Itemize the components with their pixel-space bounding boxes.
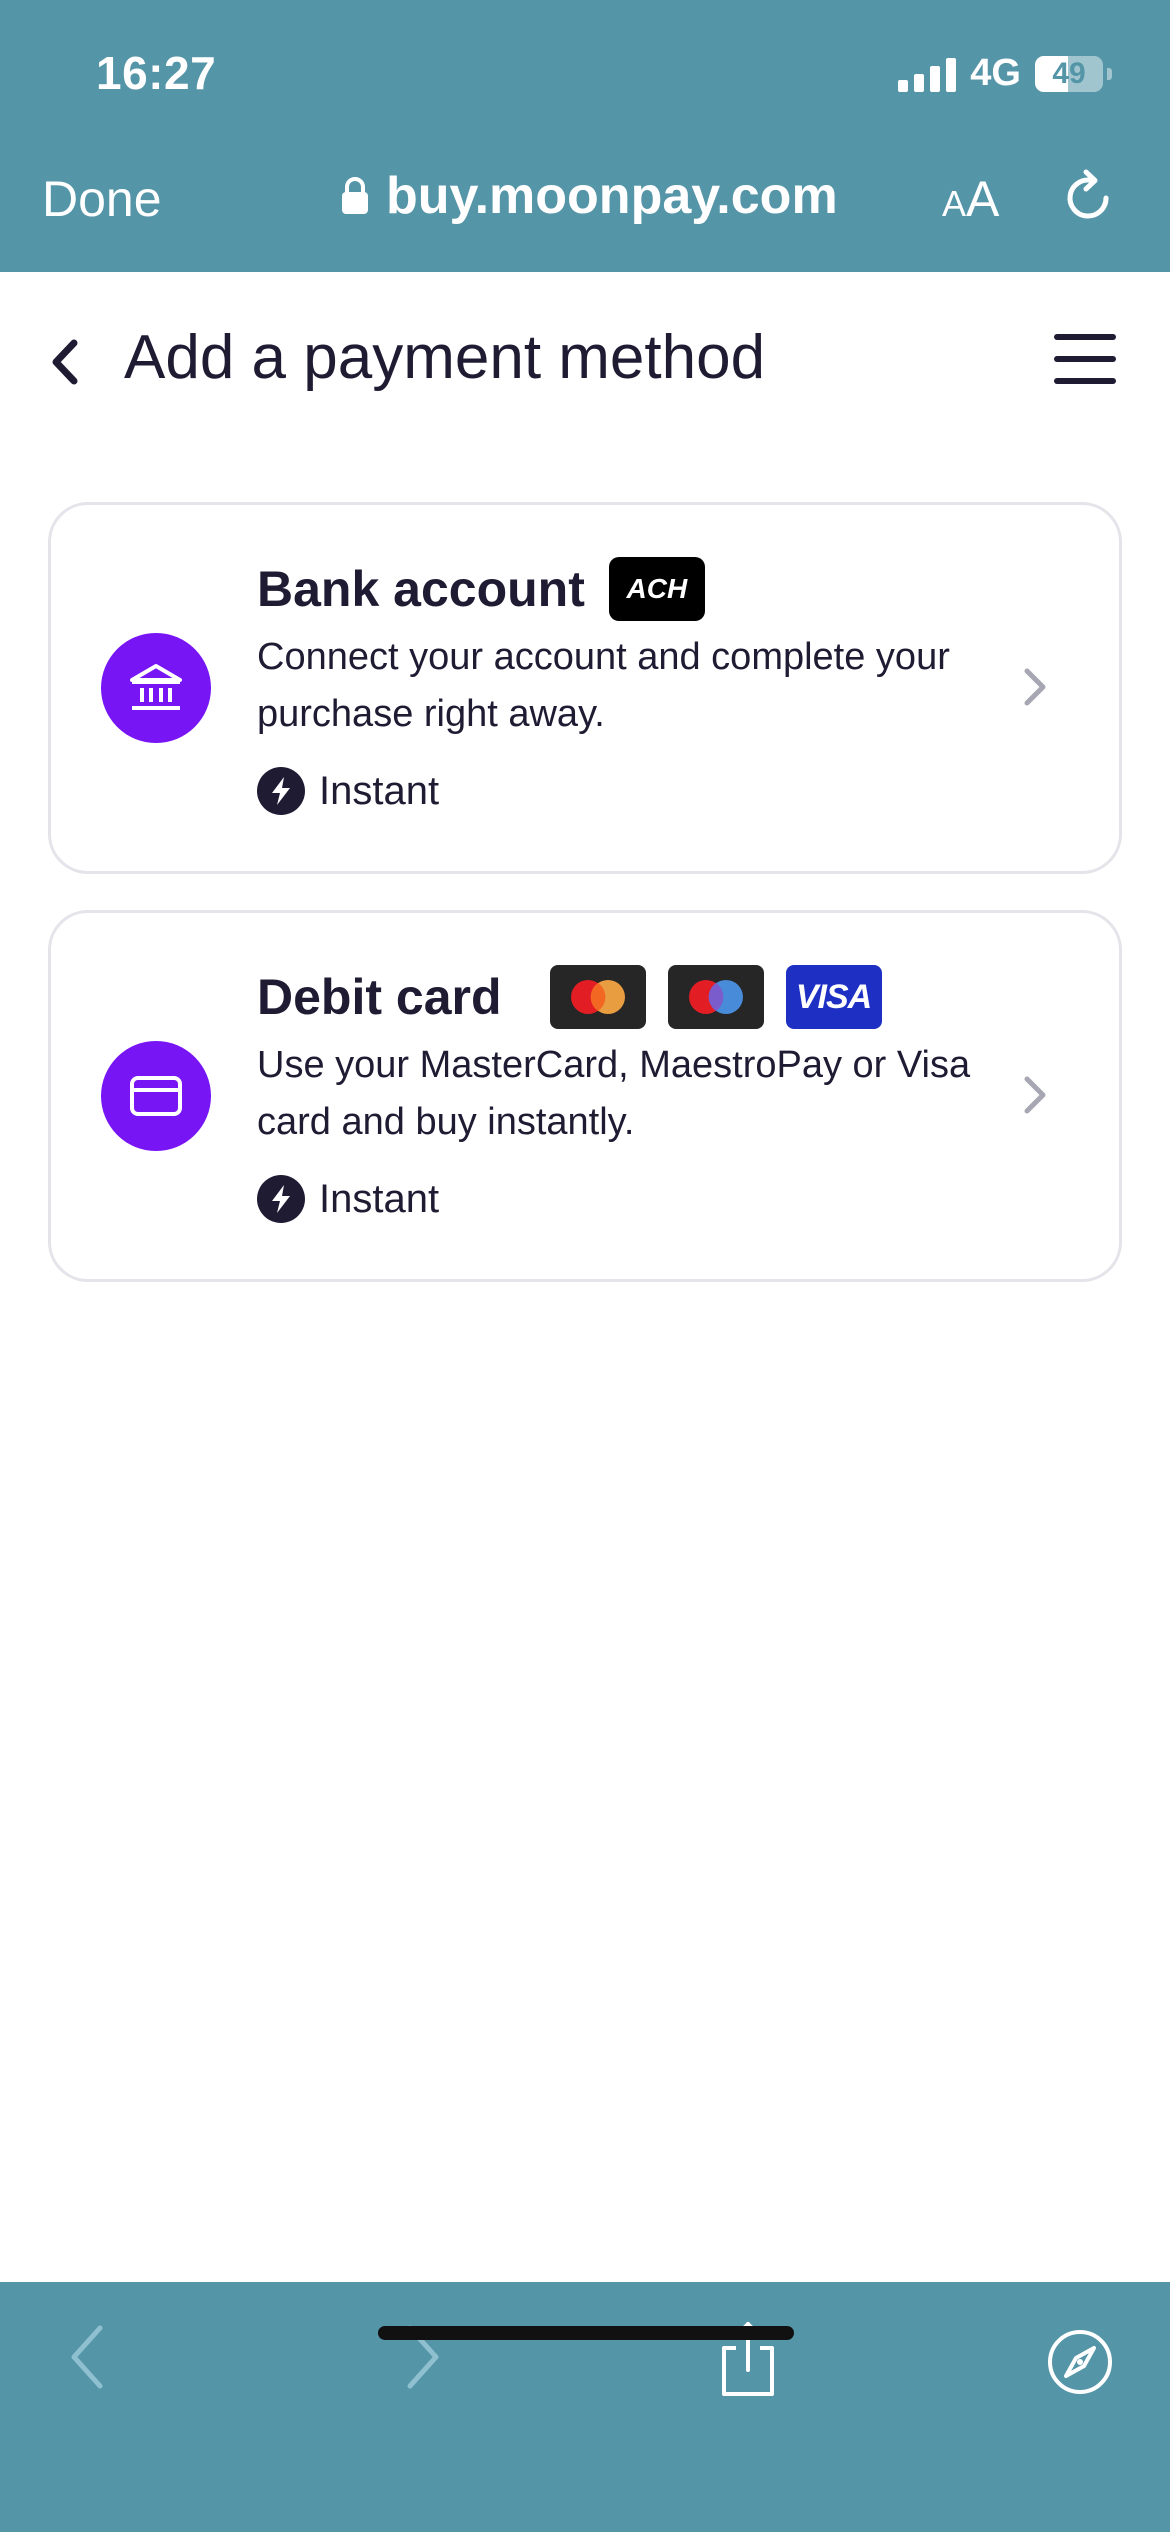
text-size-small-label: A: [942, 183, 967, 224]
credit-card-icon: [101, 1041, 211, 1151]
payment-option-debit-card[interactable]: Debit card VISA Use your MasterCard, Mae…: [48, 910, 1122, 1282]
bank-icon: [101, 633, 211, 743]
card-description: Use your MasterCard, MaestroPay or Visa …: [257, 1044, 971, 1143]
address-bar[interactable]: buy.moonpay.com: [340, 166, 838, 226]
maestro-logo: [667, 965, 764, 1029]
mastercard-logo: [549, 965, 646, 1029]
text-size-large-label: A: [966, 171, 1000, 227]
home-indicator: [378, 2326, 794, 2340]
browser-top-bar: 16:27 4G 49 Done buy.moonpay.com AA: [0, 0, 1170, 272]
reload-icon[interactable]: [1062, 168, 1118, 233]
speed-label: Instant: [319, 1176, 440, 1221]
payment-option-bank-account[interactable]: Bank account ACH Connect your account an…: [48, 502, 1122, 874]
battery-tip: [1107, 67, 1112, 80]
card-title: Bank account: [257, 561, 585, 617]
chevron-right-icon: [1019, 665, 1049, 714]
card-title-row: Debit card VISA: [257, 965, 882, 1029]
chevron-right-icon: [1019, 1073, 1049, 1122]
browser-bottom-toolbar: [0, 2282, 1170, 2532]
back-button[interactable]: [36, 330, 92, 394]
text-size-button[interactable]: AA: [942, 170, 999, 228]
compass-icon[interactable]: [1046, 2328, 1114, 2401]
url-text: buy.moonpay.com: [386, 167, 838, 225]
card-title-row: Bank account ACH: [257, 557, 705, 621]
page-header: Add a payment method: [0, 272, 1170, 452]
status-indicators: 4G 49: [898, 52, 1112, 95]
signal-icon: [898, 56, 957, 92]
visa-logo: VISA: [785, 965, 882, 1029]
lock-icon: [342, 177, 368, 214]
speed-indicator: Instant: [257, 767, 439, 815]
card-description: Connect your account and complete your p…: [257, 636, 950, 735]
chevron-left-icon: [52, 339, 78, 385]
ach-badge: ACH: [608, 557, 705, 621]
speed-label: Instant: [319, 768, 440, 813]
card-brand-logos: VISA: [549, 965, 882, 1029]
status-time: 16:27: [96, 47, 217, 99]
menu-icon[interactable]: [1054, 334, 1116, 384]
speed-indicator: Instant: [257, 1175, 439, 1223]
done-button[interactable]: Done: [42, 170, 162, 228]
lightning-icon: [257, 767, 305, 815]
battery-icon: 49: [1035, 55, 1103, 92]
card-title: Debit card: [257, 969, 502, 1025]
page-title: Add a payment method: [124, 323, 766, 392]
lightning-icon: [257, 1175, 305, 1223]
battery-level: 49: [1052, 56, 1086, 90]
network-type: 4G: [970, 52, 1021, 94]
browser-back-icon[interactable]: [66, 2322, 110, 2397]
